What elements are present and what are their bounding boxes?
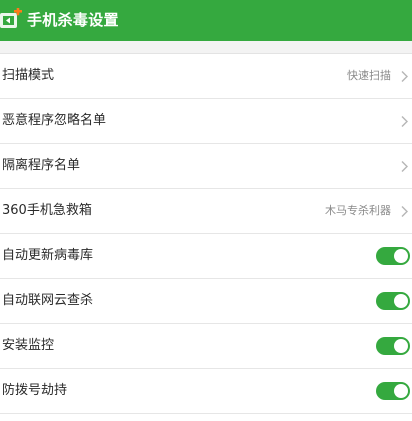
title-bar: 手机杀毒设置 [0,0,412,41]
page-title: 手机杀毒设置 [27,11,119,29]
setting-value: 快速扫描 [347,69,391,82]
setting-label: 安装监控 [2,338,55,353]
setting-row-scan-mode[interactable]: 扫描模式 快速扫描 [0,54,412,99]
setting-label: 扫描模式 [2,68,55,83]
auto-update-toggle[interactable] [376,247,410,265]
toggle-knob [394,339,408,353]
back-button[interactable] [0,8,24,34]
chevron-right-icon [401,206,408,217]
back-arrow-icon [0,8,22,28]
setting-label: 自动更新病毒库 [2,248,94,263]
cloud-scan-toggle[interactable] [376,292,410,310]
chevron-right-icon [401,116,408,127]
toggle-knob [394,294,408,308]
setting-label: 防拨号劫持 [2,383,68,398]
setting-value: 木马专杀利器 [325,204,391,217]
setting-label: 360手机急救箱 [2,203,92,218]
setting-row-install-monitor: 安装监控 [0,324,412,369]
toggle-knob [394,384,408,398]
setting-label: 恶意程序忽略名单 [2,113,107,128]
chevron-right-icon [401,161,408,172]
setting-row-dial-hijack: 防拨号劫持 [0,369,412,414]
toggle-knob [394,249,408,263]
setting-row-cloud-scan: 自动联网云查杀 [0,279,412,324]
antivirus-settings-screen: 手机杀毒设置 扫描模式 快速扫描 恶意程序忽略名单 隔离程序名单 360手机急救… [0,0,412,421]
setting-row-quarantine-list[interactable]: 隔离程序名单 [0,144,412,189]
setting-row-auto-update: 自动更新病毒库 [0,234,412,279]
chevron-right-icon [401,71,408,82]
setting-row-rescue-kit[interactable]: 360手机急救箱 木马专杀利器 [0,189,412,234]
setting-label: 自动联网云查杀 [2,293,94,308]
setting-row-ignore-list[interactable]: 恶意程序忽略名单 [0,99,412,144]
dial-hijack-toggle[interactable] [376,382,410,400]
install-monitor-toggle[interactable] [376,337,410,355]
settings-list: 扫描模式 快速扫描 恶意程序忽略名单 隔离程序名单 360手机急救箱 木马专杀利… [0,53,412,414]
header-spacer [0,41,412,53]
setting-label: 隔离程序名单 [2,158,81,173]
